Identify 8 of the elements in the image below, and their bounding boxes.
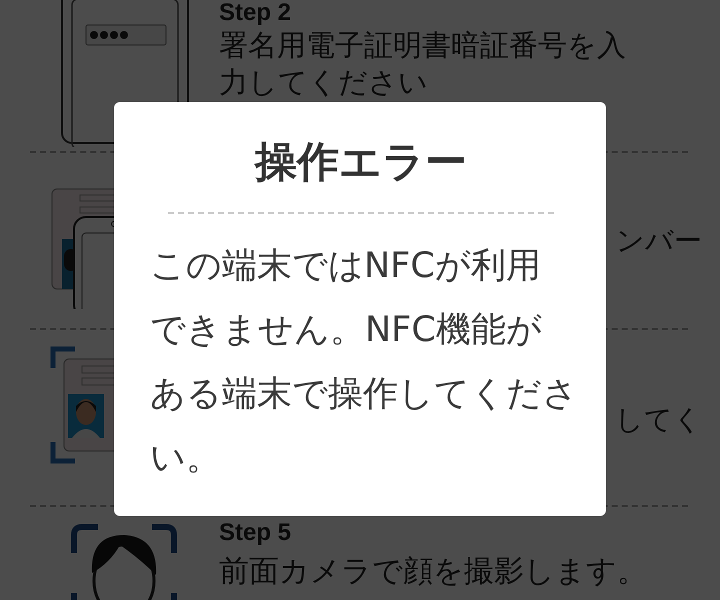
step-description: 前面カメラで顔を撮影します。 [219,553,648,591]
step-description: 署名用電子証明書暗証番号を入 力してください [219,27,627,101]
dialog-title: 操作エラー [253,136,468,188]
step-label: Step 2 [219,1,292,25]
error-message: この端末ではNFCが利用 できません。NFC機能が ある端末で操作してくださ い。 [150,245,572,480]
step-description: ンバー [616,223,702,259]
step-label: Step 5 [219,519,292,547]
step-description: してく [615,402,702,438]
